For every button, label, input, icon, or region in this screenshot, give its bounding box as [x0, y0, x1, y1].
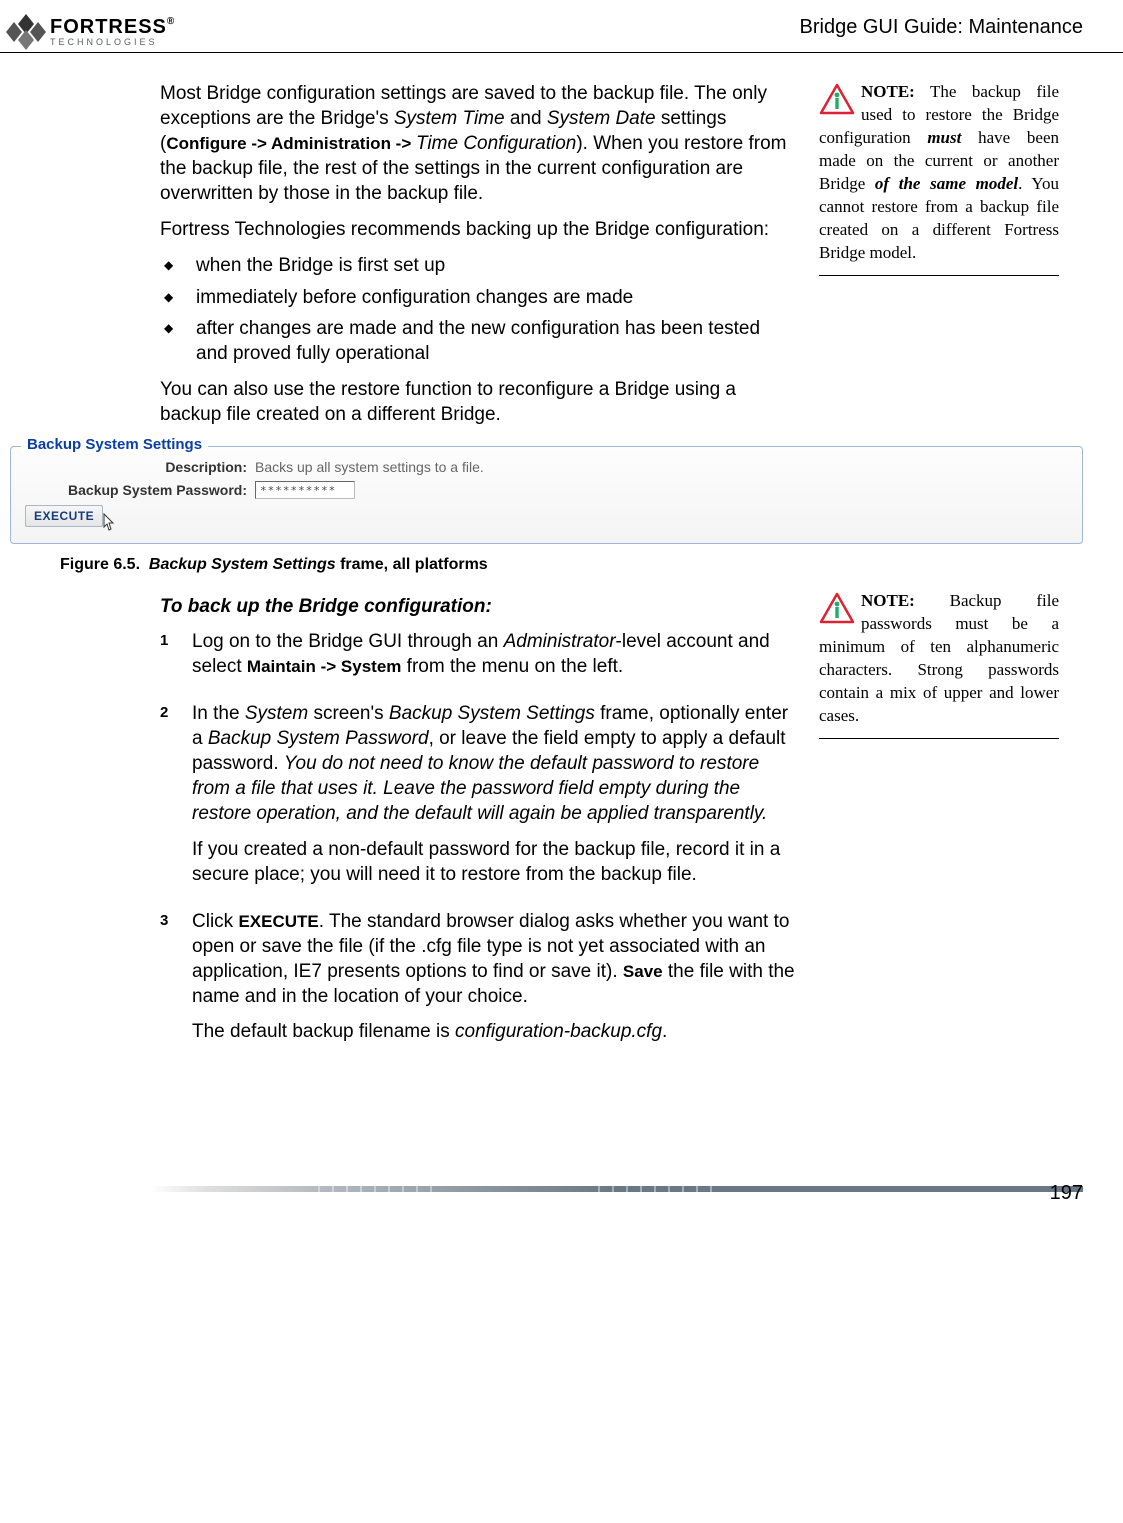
page-number: 197	[1050, 1182, 1083, 1205]
backup-screenshot: Backup System Settings Description: Back…	[0, 446, 1123, 544]
intro-paragraph-2: Fortress Technologies recommends backing…	[160, 217, 795, 242]
list-item: after changes are made and the new confi…	[188, 316, 795, 366]
procedure-heading: To back up the Bridge configuration:	[160, 594, 795, 619]
execute-button[interactable]: EXECUTE	[25, 505, 103, 527]
footer-rule	[150, 1186, 1083, 1192]
intro-paragraph-3: You can also use the restore function to…	[160, 377, 795, 427]
recommend-list: when the Bridge is first set up immediat…	[160, 253, 795, 365]
description-label: Description:	[25, 459, 255, 475]
pointer-cursor-icon	[97, 511, 117, 539]
procedure-main: To back up the Bridge configuration: 1 L…	[160, 590, 795, 1066]
sidebar-note-1: NOTE: The backup file used to restore th…	[819, 81, 1059, 438]
figure-caption: Figure 6.5. Backup System Settings frame…	[0, 548, 1123, 590]
step-2: 2 In the System screen's Backup System S…	[160, 701, 795, 897]
fortress-logo-icon	[4, 12, 48, 52]
brand-name: FORTRESS®	[50, 17, 175, 37]
document-title: Bridge GUI Guide: Maintenance	[800, 8, 1084, 45]
page-footer: 197	[0, 1186, 1123, 1192]
page-header: FORTRESS® TECHNOLOGIES Bridge GUI Guide:…	[0, 0, 1123, 53]
list-item: immediately before configuration changes…	[188, 285, 795, 310]
frame-legend: Backup System Settings	[21, 436, 208, 453]
brand-logo: FORTRESS® TECHNOLOGIES	[0, 8, 175, 52]
note-label: NOTE:	[861, 82, 915, 101]
brand-subtitle: TECHNOLOGIES	[50, 38, 175, 47]
list-item: when the Bridge is first set up	[188, 253, 795, 278]
sidebar-note-2: NOTE: Backup file passwords must be a mi…	[819, 590, 1059, 1066]
note-triangle-icon	[819, 592, 855, 631]
note-label: NOTE:	[861, 591, 915, 610]
password-label: Backup System Password:	[25, 482, 255, 498]
note-triangle-icon	[819, 83, 855, 122]
body-main: Most Bridge configuration settings are s…	[160, 81, 795, 438]
description-value: Backs up all system settings to a file.	[255, 459, 484, 475]
backup-password-input[interactable]: **********	[255, 481, 355, 499]
note-divider	[819, 738, 1059, 739]
intro-paragraph-1: Most Bridge configuration settings are s…	[160, 81, 795, 206]
step-1: 1 Log on to the Bridge GUI through an Ad…	[160, 629, 795, 689]
step-3: 3 Click EXECUTE. The standard browser di…	[160, 909, 795, 1054]
note-divider	[819, 275, 1059, 276]
